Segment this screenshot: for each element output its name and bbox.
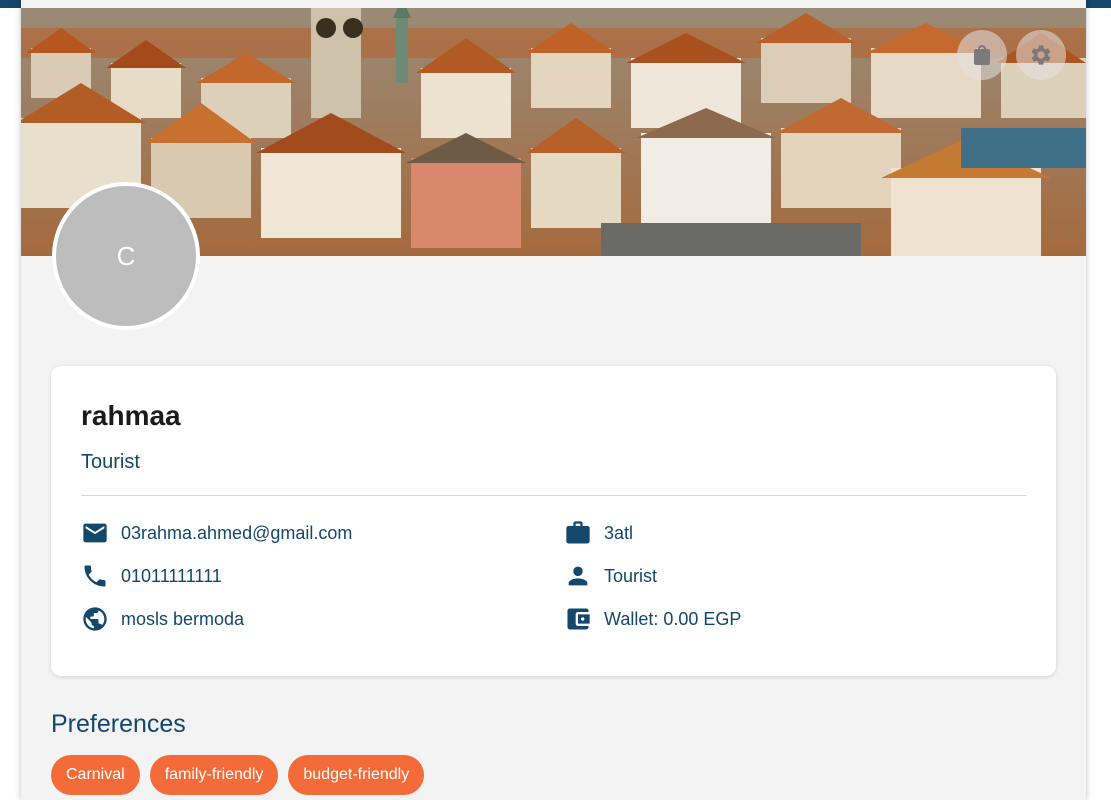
user-type-row: Tourist <box>564 561 657 591</box>
email-icon <box>83 523 107 543</box>
preferences-tags: Carnival family-friendly budget-friendly <box>51 755 425 795</box>
preference-tag[interactable]: Carnival <box>51 755 140 795</box>
shopping-bag-icon <box>974 45 990 65</box>
avatar[interactable]: C <box>52 182 200 330</box>
user-type-value: Tourist <box>604 565 658 586</box>
wallet-value: Wallet: 0.00 EGP <box>604 608 742 629</box>
preferences-title: Preferences <box>51 710 186 738</box>
settings-button[interactable] <box>1016 30 1066 80</box>
phone-row: 01011111111 <box>81 561 222 591</box>
divider <box>81 495 1026 496</box>
nationality-value: mosls bermoda <box>121 608 245 629</box>
gear-icon <box>1031 45 1051 65</box>
wallet-row: Wallet: 0.00 EGP <box>564 604 741 634</box>
wallet-icon <box>567 608 590 630</box>
preference-tag[interactable]: budget-friendly <box>288 755 425 795</box>
preference-tag[interactable]: family-friendly <box>149 755 279 795</box>
globe-icon <box>83 607 107 631</box>
nationality-row: mosls bermoda <box>81 604 244 634</box>
profile-page: C rahmaa Tourist 03rahma.ahmed@gmail.com… <box>21 0 1086 800</box>
profile-card: rahmaa Tourist 03rahma.ahmed@gmail.com 0… <box>51 366 1056 676</box>
job-value: 3atl <box>604 522 634 543</box>
email-value: 03rahma.ahmed@gmail.com <box>121 522 353 543</box>
profile-role: Tourist <box>81 451 140 473</box>
person-icon <box>568 566 588 586</box>
job-row: 3atl <box>564 518 633 548</box>
bag-button[interactable] <box>957 30 1007 80</box>
phone-value: 01011111111 <box>121 565 222 586</box>
phone-icon <box>84 565 106 587</box>
profile-name: rahmaa <box>81 400 181 431</box>
avatar-initial: C <box>116 240 136 271</box>
email-row: 03rahma.ahmed@gmail.com <box>81 518 352 548</box>
briefcase-icon <box>566 521 590 544</box>
